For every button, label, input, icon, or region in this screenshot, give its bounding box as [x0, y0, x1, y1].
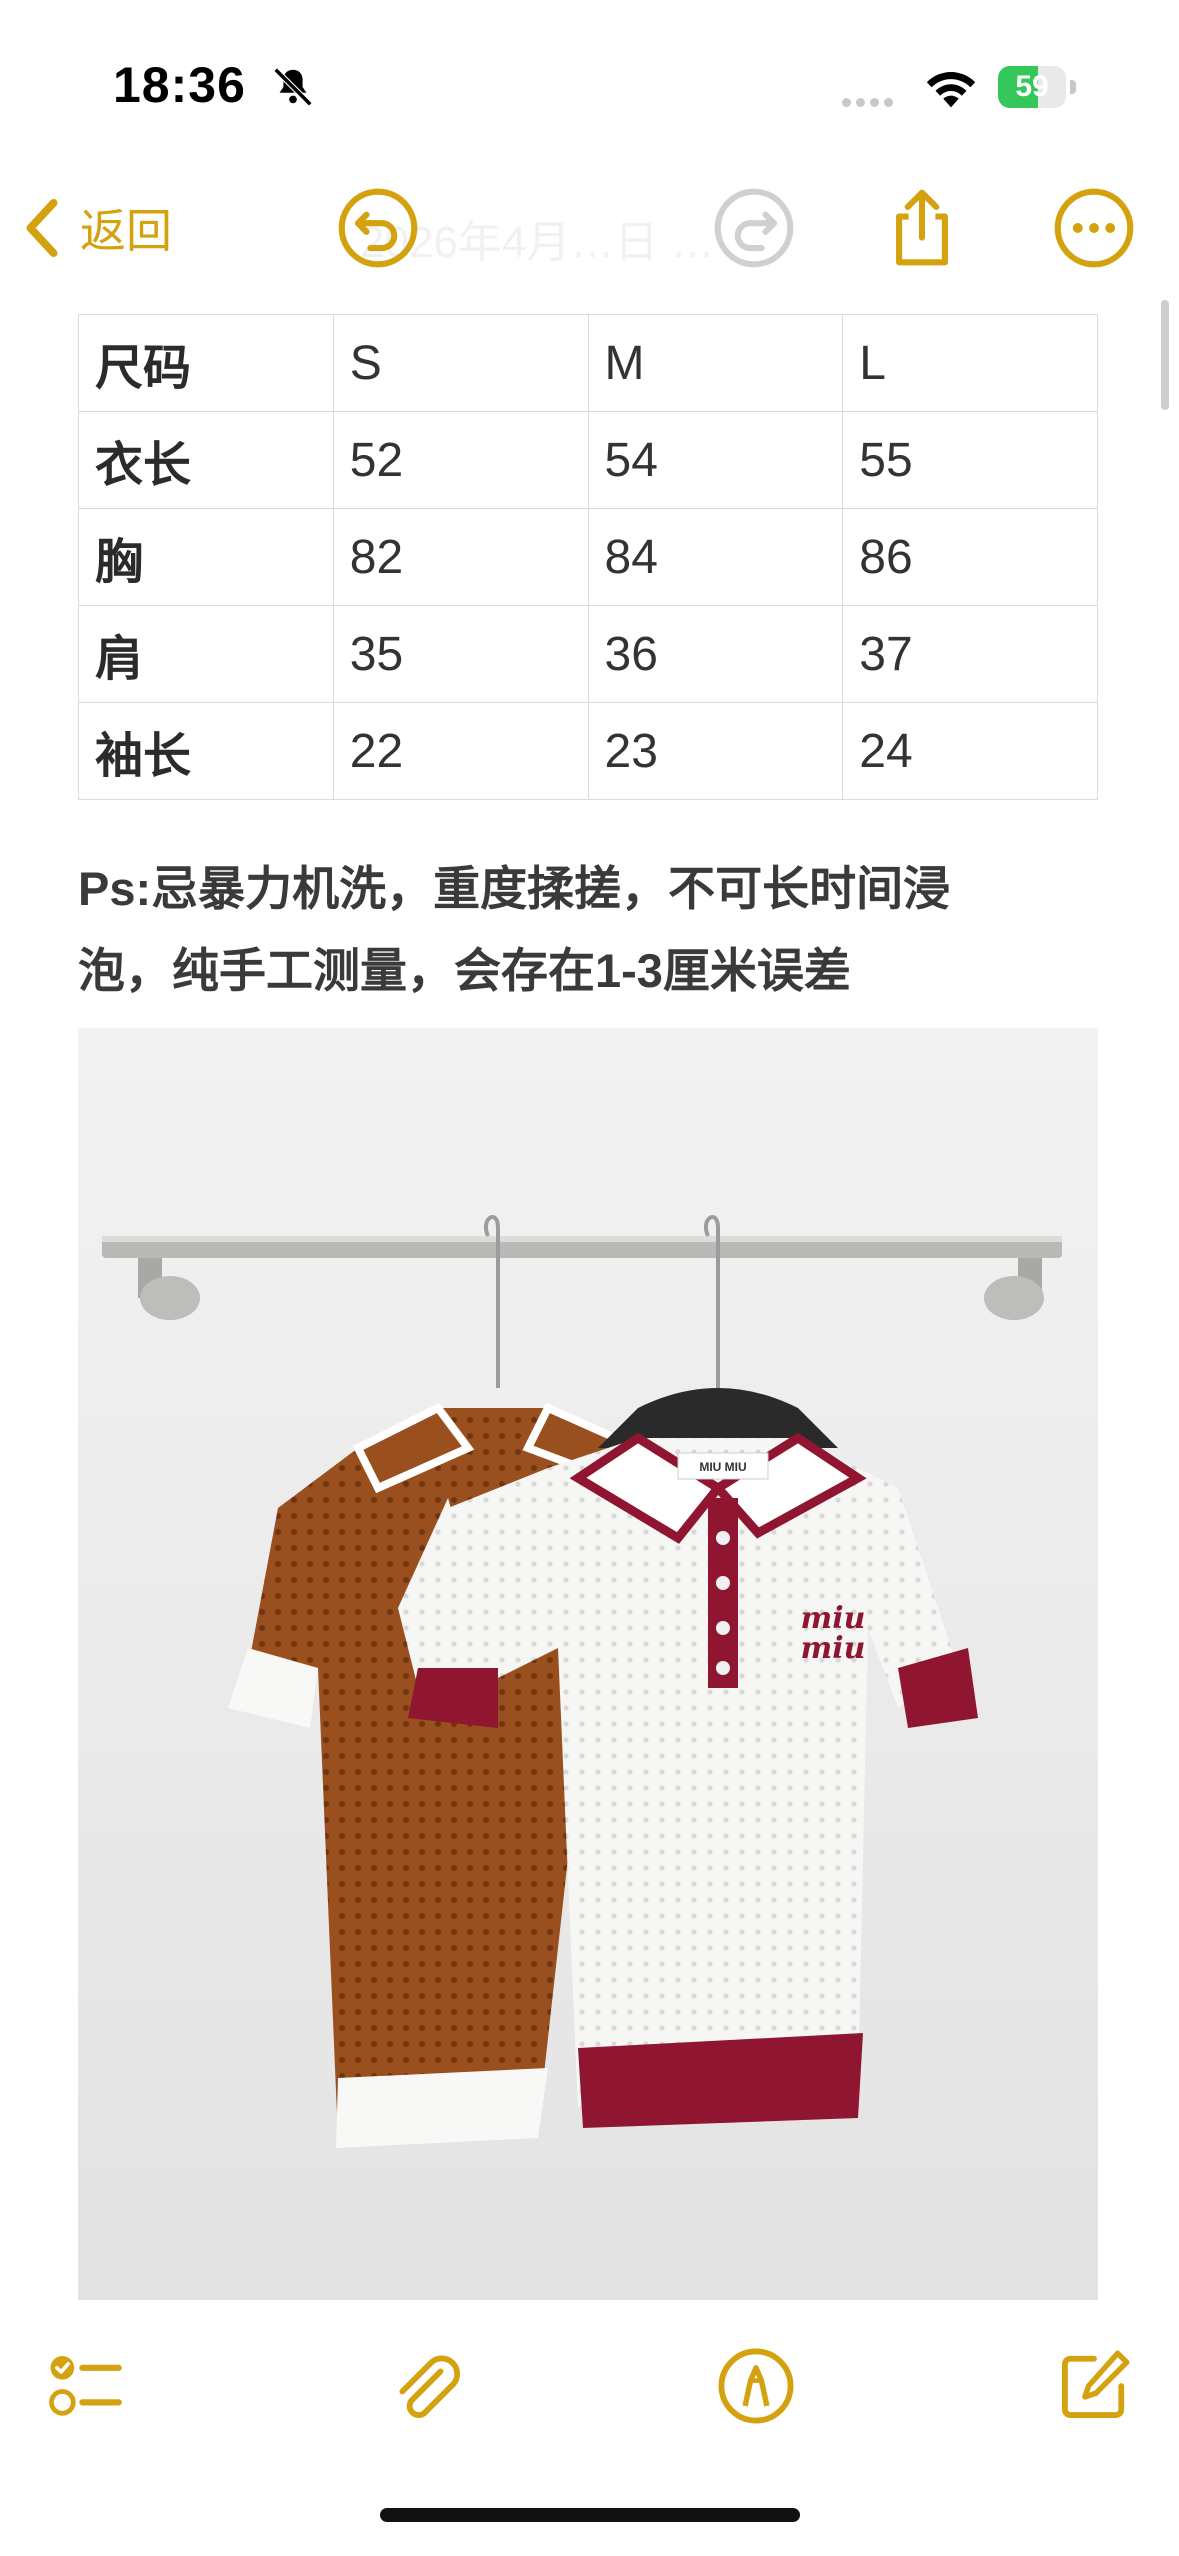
- table-cell[interactable]: 胸: [78, 508, 334, 606]
- notes-screen: 18:36 59 返回 2026年4月…日 … 尺码 S M L 衣长 52 5…: [0, 0, 1179, 2556]
- table-cell[interactable]: 36: [587, 605, 844, 703]
- wifi-icon: [926, 72, 976, 108]
- shirt-logo-line: miu: [801, 1631, 866, 1666]
- table-row: 胸 82 84 86: [78, 508, 1098, 606]
- note-line: Ps:忌暴力机洗，重度揉搓，不可长时间浸: [78, 862, 951, 915]
- battery-cap: [1070, 80, 1076, 94]
- back-label: 返回: [80, 205, 172, 257]
- more-icon[interactable]: [1052, 186, 1136, 270]
- battery-charging-icon: 59: [998, 66, 1078, 108]
- table-row: 袖长 22 23 24: [78, 702, 1098, 800]
- paperclip-icon[interactable]: [386, 2346, 466, 2426]
- status-bar: 18:36 59: [0, 0, 1179, 150]
- size-table: 尺码 S M L 衣长 52 54 55 胸 82 84 86 肩 35 36 …: [78, 314, 1098, 800]
- table-cell[interactable]: 衣长: [78, 411, 334, 509]
- table-cell[interactable]: 37: [842, 605, 1098, 703]
- table-cell[interactable]: 54: [587, 411, 844, 509]
- table-cell[interactable]: 35: [332, 605, 589, 703]
- table-cell[interactable]: 24: [842, 702, 1098, 800]
- table-cell[interactable]: 52: [332, 411, 589, 509]
- table-cell[interactable]: 86: [842, 508, 1098, 606]
- table-header-row: 尺码 S M L: [78, 314, 1098, 412]
- back-button[interactable]: 返回: [22, 188, 172, 268]
- table-cell[interactable]: 82: [332, 508, 589, 606]
- table-cell[interactable]: 肩: [78, 605, 334, 703]
- product-photo[interactable]: MIU MIU miu miu: [78, 1028, 1098, 2300]
- status-time: 18:36: [113, 57, 246, 113]
- note-line: 泡，纯手工测量，会存在1-3厘米误差: [78, 944, 851, 997]
- markup-pen-icon[interactable]: [716, 2346, 796, 2426]
- table-cell[interactable]: S: [332, 314, 589, 412]
- share-icon[interactable]: [880, 186, 964, 270]
- undo-icon[interactable]: [336, 186, 420, 270]
- redo-icon[interactable]: [712, 186, 796, 270]
- bell-slash-icon: [273, 67, 313, 107]
- table-cell[interactable]: 袖长: [78, 702, 334, 800]
- table-cell[interactable]: 尺码: [78, 314, 334, 412]
- cellular-dots-icon: [842, 94, 902, 107]
- note-text[interactable]: Ps:忌暴力机洗，重度揉搓，不可长时间浸 泡，纯手工测量，会存在1-3厘米误差: [78, 848, 1108, 1012]
- compose-icon[interactable]: [1054, 2346, 1134, 2426]
- table-cell[interactable]: 22: [332, 702, 589, 800]
- table-row: 衣长 52 54 55: [78, 411, 1098, 509]
- polo-shirts-illustration: MIU MIU miu miu: [78, 1028, 1098, 2300]
- bottom-toolbar: [0, 2320, 1179, 2450]
- table-cell[interactable]: L: [842, 314, 1098, 412]
- table-cell[interactable]: 23: [587, 702, 844, 800]
- scroll-indicator[interactable]: [1161, 300, 1169, 410]
- table-cell[interactable]: 55: [842, 411, 1098, 509]
- battery-body: 59: [998, 66, 1066, 108]
- nav-bar: 返回 2026年4月…日 …: [0, 170, 1179, 290]
- chevron-left-icon: [26, 198, 58, 258]
- table-cell[interactable]: M: [587, 314, 844, 412]
- checklist-icon[interactable]: [46, 2346, 126, 2426]
- battery-percent: 59: [1015, 70, 1049, 103]
- home-indicator[interactable]: [380, 2508, 800, 2522]
- table-cell[interactable]: 84: [587, 508, 844, 606]
- shirt-tag-text: MIU MIU: [699, 1460, 746, 1474]
- table-row: 肩 35 36 37: [78, 605, 1098, 703]
